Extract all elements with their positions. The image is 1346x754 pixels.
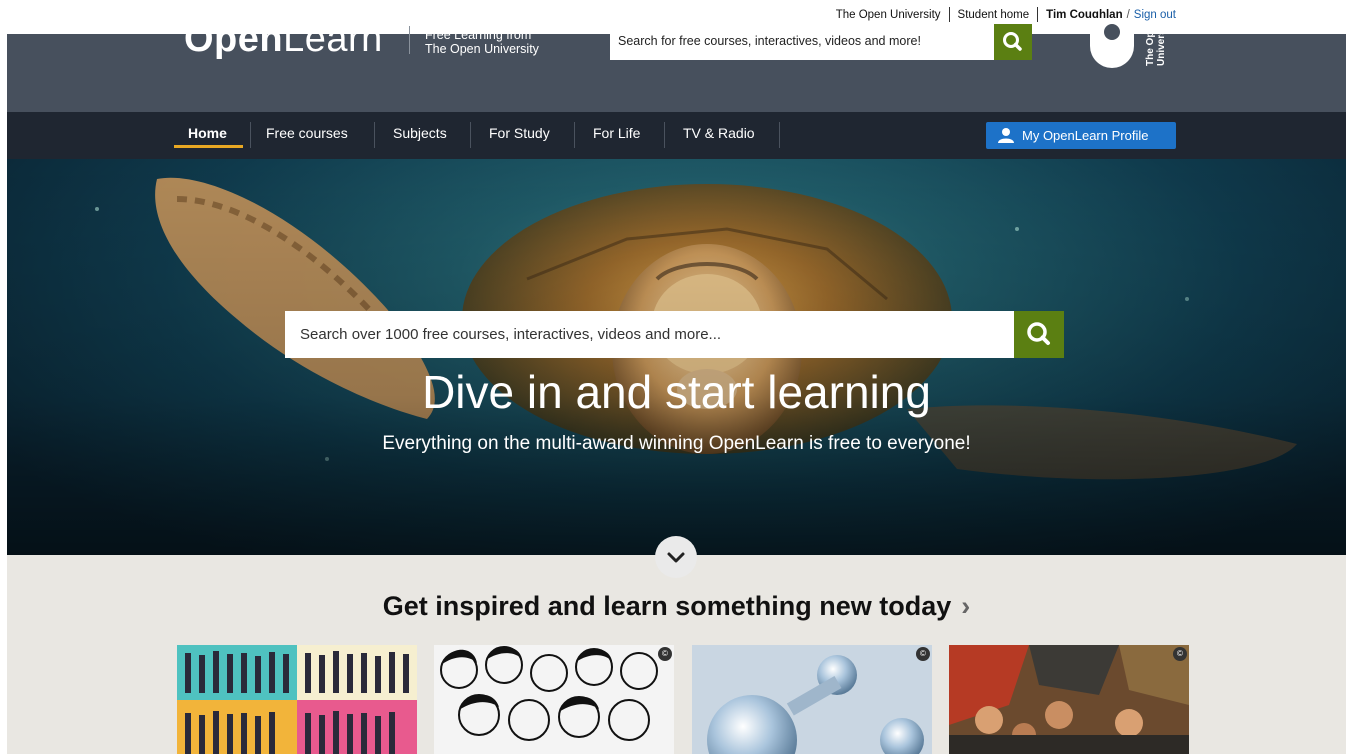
main-nav: Home Free courses Subjects For Study For… [7, 112, 1346, 159]
hero-search-button[interactable] [1014, 311, 1064, 358]
cc-license-icon: © [658, 647, 672, 661]
openlearn-logo[interactable]: OpenLearn [184, 18, 383, 61]
ou-logo-text: The Open University [1145, 18, 1167, 66]
mural-painting-image [949, 645, 1189, 754]
nav-subjects[interactable]: Subjects [393, 125, 447, 141]
course-card[interactable]: © [949, 645, 1189, 754]
nav-free-courses[interactable]: Free courses [266, 125, 348, 141]
inspire-title-text: Get inspired and learn something new tod… [382, 591, 952, 621]
inspire-section: Get inspired and learn something new tod… [7, 555, 1346, 754]
link-open-university[interactable]: The Open University [836, 9, 941, 21]
user-icon [998, 128, 1014, 143]
nav-divider [664, 122, 665, 148]
hero-search-placeholder: Search over 1000 free courses, interacti… [300, 326, 722, 343]
nav-divider [250, 122, 251, 148]
cc-license-icon: © [1173, 647, 1187, 661]
nav-tv-radio[interactable]: TV & Radio [683, 125, 755, 141]
nav-divider [574, 122, 575, 148]
search-icon [1003, 32, 1022, 51]
inspire-heading[interactable]: Get inspired and learn something new tod… [7, 591, 1346, 622]
svg-text:University: University [1156, 18, 1167, 66]
chevron-down-icon [667, 552, 685, 563]
people-collage-image [177, 645, 417, 754]
divider [1037, 7, 1039, 22]
ou-logo-dot [1104, 24, 1120, 40]
logo-divider [409, 26, 410, 54]
course-card[interactable] [177, 645, 417, 754]
active-underline [174, 145, 243, 148]
nav-divider [779, 122, 780, 148]
link-student-home[interactable]: Student home [958, 9, 1030, 21]
nav-for-life[interactable]: For Life [593, 125, 640, 141]
nav-for-study[interactable]: For Study [489, 125, 550, 141]
chevron-right-icon: › [961, 591, 971, 621]
svg-text:The Open: The Open [1145, 20, 1156, 66]
logo-learn: Learn [283, 18, 383, 60]
nav-divider [374, 122, 375, 148]
course-card[interactable]: © [434, 645, 674, 754]
tagline-line2: The Open University [425, 42, 539, 56]
nav-divider [470, 122, 471, 148]
search-icon [1027, 322, 1050, 345]
hero-subtitle: Everything on the multi-award winning Op… [382, 433, 971, 454]
cc-license-icon: © [916, 647, 930, 661]
crowd-sketch-image [434, 645, 674, 754]
tagline: Free Learning from The Open University [425, 28, 539, 56]
logo-open: Open [184, 18, 284, 60]
nav-home[interactable]: Home [188, 125, 227, 141]
hero-title: Dive in and start learning [422, 366, 931, 418]
divider [948, 7, 950, 22]
glass-spheres-image [692, 645, 932, 754]
course-card[interactable]: © [692, 645, 932, 754]
my-profile-button[interactable]: My OpenLearn Profile [986, 122, 1176, 149]
scroll-down-button[interactable] [655, 536, 697, 578]
header-search-button[interactable] [994, 24, 1032, 60]
header-search-placeholder: Search for free courses, interactives, v… [618, 34, 921, 48]
profile-label: My OpenLearn Profile [1022, 128, 1149, 143]
tagline-line1: Free Learning from [425, 28, 532, 42]
